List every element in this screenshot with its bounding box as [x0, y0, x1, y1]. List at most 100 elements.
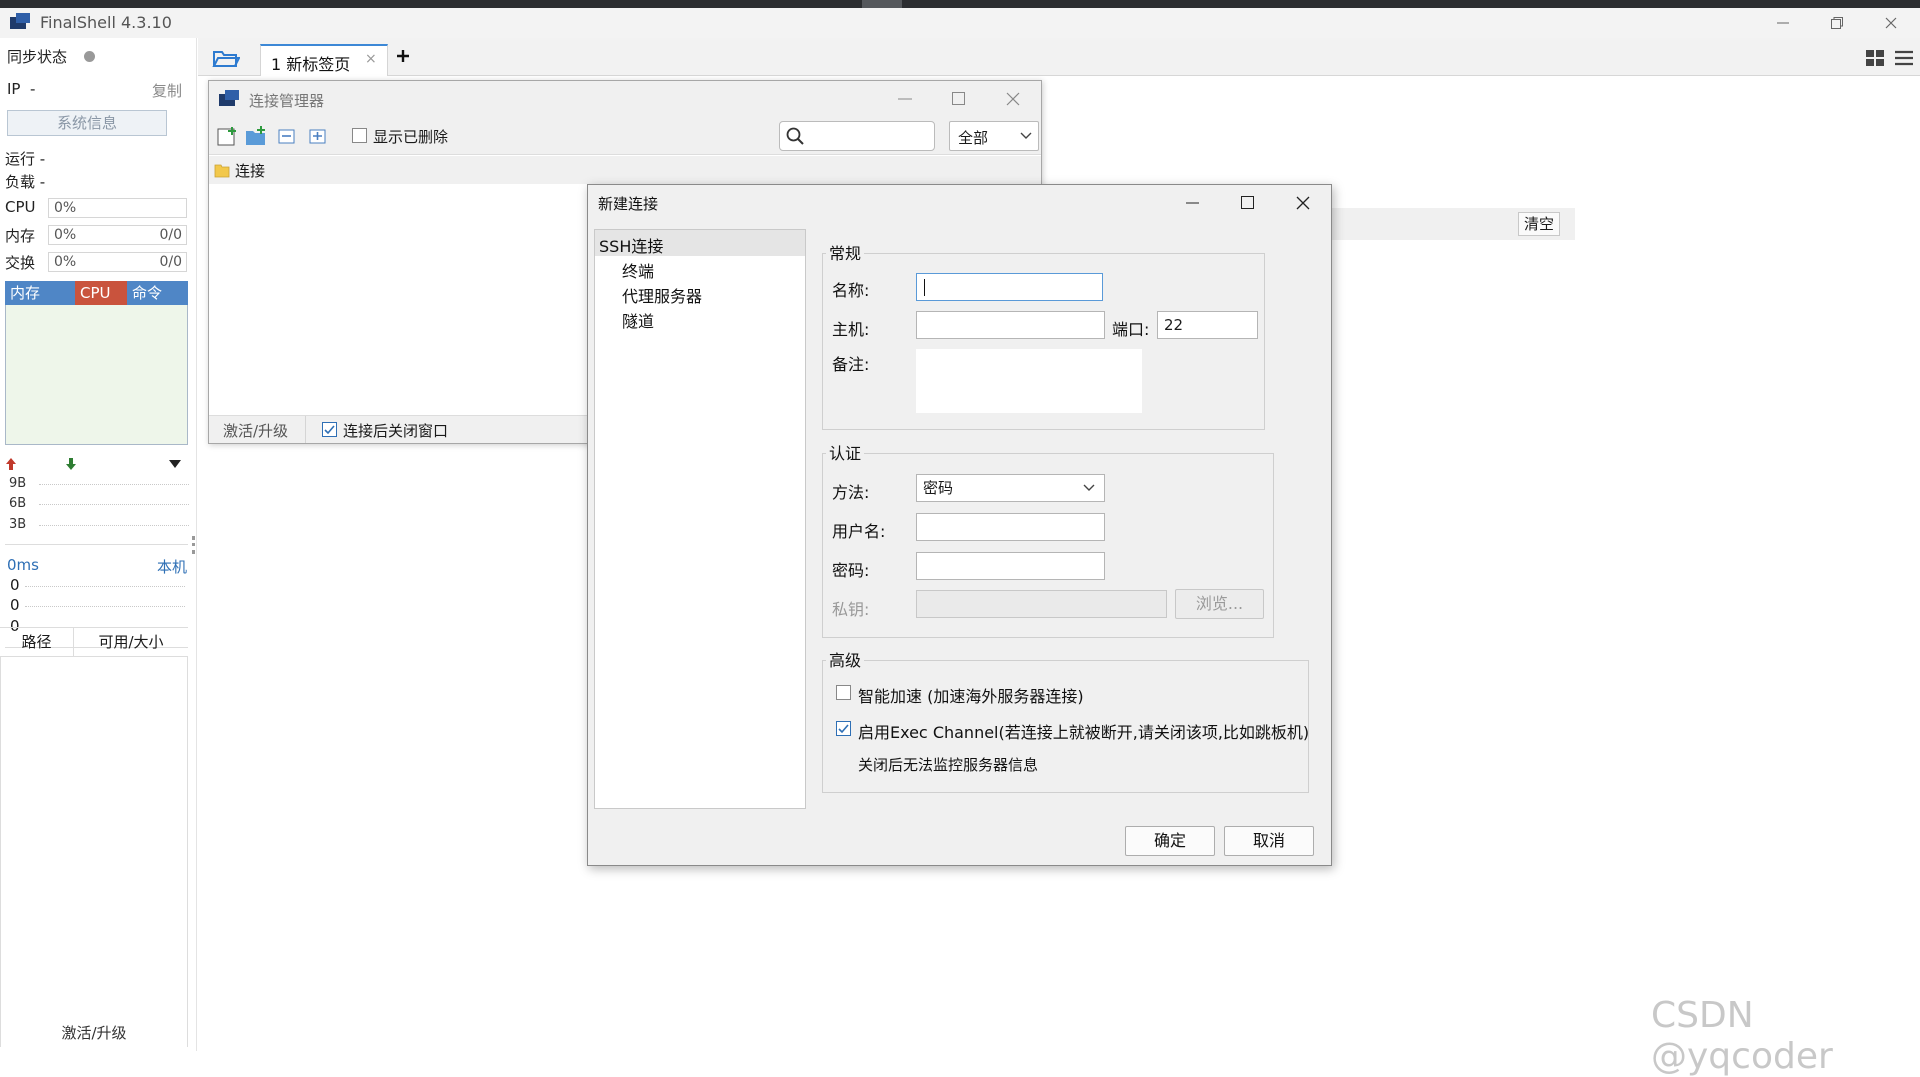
dialog-close-button[interactable] — [1295, 195, 1311, 211]
tab-process-memory[interactable]: 内存 — [5, 281, 75, 305]
cm-minimize-button[interactable] — [897, 91, 913, 107]
memory-usage-value: 0% — [54, 227, 77, 243]
exec-channel-checkbox[interactable] — [836, 721, 851, 736]
ping-value: 0 — [10, 576, 20, 594]
dialog-minimize-button[interactable] — [1185, 195, 1201, 211]
cm-maximize-button[interactable] — [951, 91, 967, 107]
browse-key-button[interactable]: 浏览... — [1175, 589, 1264, 619]
swap-metric-label: 交换 — [5, 254, 36, 272]
swap-usage-value: 0% — [54, 254, 77, 270]
password-input[interactable] — [916, 552, 1105, 580]
tab-process-cpu[interactable]: CPU — [75, 281, 127, 305]
close-after-connect-checkbox[interactable] — [322, 422, 337, 437]
auth-group-title: 认证 — [826, 440, 865, 464]
close-after-connect-label: 连接后关闭窗口 — [343, 422, 449, 440]
dialog-maximize-button[interactable] — [1240, 195, 1256, 211]
nav-item-proxy[interactable]: 代理服务器 — [622, 283, 702, 307]
cpu-metric-label: CPU — [5, 198, 36, 216]
sync-status-dot-icon — [84, 51, 95, 62]
os-top-strip — [0, 0, 1920, 8]
session-tab-bar: 1 新标签页 × — [198, 38, 1920, 76]
expand-all-icon[interactable] — [307, 125, 329, 147]
filter-value: 全部 — [958, 129, 989, 147]
cancel-button[interactable]: 取消 — [1224, 826, 1314, 856]
network-interface-dropdown-icon[interactable] — [168, 459, 182, 469]
memory-usage-bar: 0% 0/0 — [48, 225, 187, 245]
disk-table-header: 路径 可用/大小 — [0, 627, 188, 657]
smart-accel-checkbox[interactable] — [836, 685, 851, 700]
clear-console-button[interactable]: 清空 — [1518, 212, 1560, 236]
ip-label: IP — [7, 80, 21, 98]
restore-icon — [1831, 17, 1843, 29]
password-label: 密码: — [832, 561, 870, 580]
add-tab-icon[interactable] — [394, 47, 412, 65]
download-arrow-icon — [65, 457, 77, 471]
grid-layout-icon[interactable] — [1865, 49, 1885, 67]
disk-col-size[interactable]: 可用/大小 — [74, 628, 188, 656]
ping-latency-label: 0ms — [7, 556, 39, 574]
folder-open-icon[interactable] — [212, 47, 240, 69]
tab-label: 1 新标签页 — [271, 55, 351, 74]
cm-activate-upgrade-link[interactable]: 激活/升级 — [223, 420, 288, 441]
os-strip-marker — [862, 0, 902, 8]
maximize-icon — [1241, 196, 1254, 209]
name-label: 名称: — [832, 281, 870, 300]
host-input[interactable] — [916, 311, 1105, 339]
nav-item-tunnel[interactable]: 隧道 — [622, 308, 654, 332]
tab-close-icon[interactable]: × — [365, 51, 377, 67]
show-deleted-checkbox[interactable] — [352, 128, 367, 143]
cm-close-button[interactable] — [1005, 91, 1021, 107]
checkmark-icon — [324, 425, 335, 435]
uptime-label: 运行 - — [5, 150, 46, 168]
footer-divider — [305, 416, 306, 443]
swap-usage-extra: 0/0 — [159, 254, 182, 270]
app-title: FinalShell 4.3.10 — [40, 13, 172, 32]
auth-method-value: 密码 — [923, 479, 954, 497]
cpu-usage-value: 0% — [54, 200, 77, 216]
memory-usage-extra: 0/0 — [159, 227, 182, 243]
note-textarea[interactable] — [916, 349, 1142, 413]
menu-icon[interactable] — [1894, 49, 1914, 67]
disk-col-path[interactable]: 路径 — [0, 628, 74, 656]
connection-search-input[interactable] — [779, 121, 935, 151]
minimize-icon — [1186, 202, 1199, 204]
username-input[interactable] — [916, 513, 1105, 541]
auth-method-label: 方法: — [832, 483, 870, 502]
ping-target-link[interactable]: 本机 — [157, 556, 187, 577]
name-input[interactable] — [916, 273, 1103, 301]
port-input[interactable]: 22 — [1157, 311, 1258, 339]
restore-button[interactable] — [1810, 8, 1864, 38]
new-folder-icon[interactable] — [245, 125, 267, 147]
net-grid-line — [39, 484, 189, 485]
auth-method-select[interactable]: 密码 — [916, 474, 1105, 502]
close-button[interactable] — [1864, 8, 1918, 38]
tab-new-tab[interactable]: 1 新标签页 × — [260, 44, 388, 76]
exec-channel-note: 关闭后无法监控服务器信息 — [858, 756, 1039, 774]
chevron-down-icon — [1020, 132, 1032, 140]
collapse-all-icon[interactable] — [276, 125, 298, 147]
private-key-input[interactable] — [916, 590, 1167, 618]
new-connection-icon[interactable] — [216, 125, 238, 147]
copy-ip-link[interactable]: 复制 — [152, 80, 182, 101]
sidebar-resize-handle[interactable] — [192, 536, 195, 554]
nav-item-terminal[interactable]: 终端 — [622, 258, 654, 282]
connection-manager-title: 连接管理器 — [249, 92, 325, 110]
finalshell-logo-icon — [10, 13, 30, 31]
net-scale-low: 3B — [9, 517, 27, 532]
nav-item-ssh[interactable]: SSH连接 — [599, 233, 663, 257]
connection-filter-select[interactable]: 全部 — [949, 121, 1039, 151]
ok-button[interactable]: 确定 — [1125, 826, 1215, 856]
activate-upgrade-link[interactable]: 激活/升级 — [0, 1018, 188, 1048]
private-key-label: 私钥: — [832, 600, 870, 619]
net-grid-line — [39, 525, 189, 526]
root-folder-label: 连接 — [235, 162, 266, 180]
system-info-button[interactable]: 系统信息 — [7, 110, 167, 136]
minimize-icon — [898, 98, 912, 100]
username-label: 用户名: — [832, 522, 886, 541]
tab-process-command[interactable]: 命令 — [127, 281, 188, 305]
dialog-title: 新建连接 — [598, 195, 659, 213]
connection-tree-root[interactable]: 连接 — [209, 156, 1041, 184]
port-label: 端口: — [1112, 320, 1150, 339]
text-cursor — [924, 279, 925, 296]
minimize-button[interactable] — [1756, 8, 1810, 38]
